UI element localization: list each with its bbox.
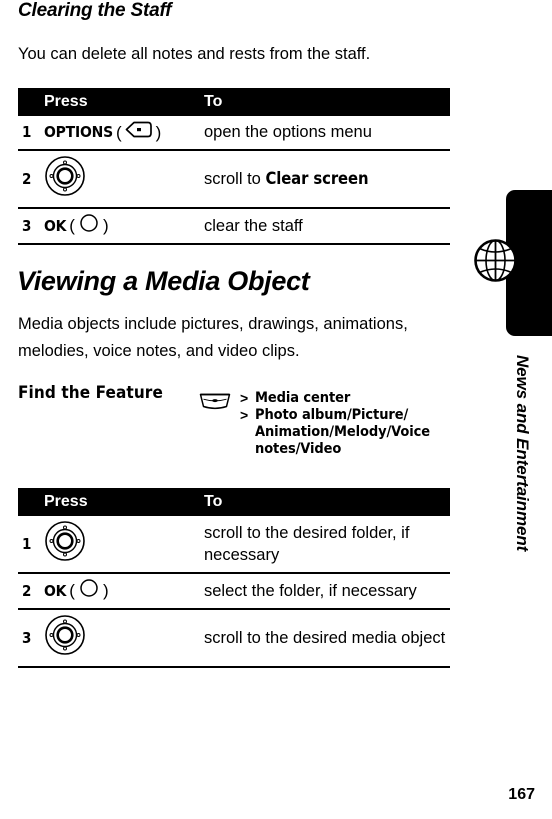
- paren-close: ): [102, 581, 109, 600]
- table-row: 2 OK ( ) select the folder, if necessary: [18, 573, 450, 610]
- paren-close: ): [155, 122, 162, 142]
- paren-close: ): [102, 216, 109, 235]
- globe-icon: [473, 238, 518, 283]
- step-key: OK ( ): [44, 208, 204, 245]
- step-number: 1: [18, 516, 44, 574]
- step-key: OK ( ): [44, 573, 204, 610]
- find-the-feature-path: > Media center > Photo album/Picture/ An…: [240, 390, 430, 458]
- step-description-text: clear the staff: [204, 216, 303, 235]
- step-key: [44, 609, 204, 668]
- menu-path-line: Animation/Melody/Voice: [240, 424, 430, 441]
- center-select-key-icon: [78, 213, 100, 238]
- chevron-right-glyph: >: [240, 390, 249, 406]
- step-description: scroll to the desired media object: [204, 609, 450, 668]
- section-heading-clearing-the-staff: Clearing the Staff: [18, 0, 172, 21]
- chevron-right-glyph: >: [240, 407, 249, 423]
- column-header-number: [18, 88, 44, 116]
- table-row: 2 scroll to Clear screen: [18, 150, 450, 209]
- steps-table-viewing-a-media-object: Press To 1 scroll to the desired folder,…: [18, 488, 450, 668]
- table-header-row: Press To: [18, 488, 450, 516]
- step-key: [44, 516, 204, 574]
- menu-path-line: > Photo album/Picture/: [240, 407, 430, 424]
- menu-path-text: Photo album/Picture/: [255, 407, 409, 423]
- step-description: scroll to the desired folder, if necessa…: [204, 516, 450, 574]
- step-number: 2: [18, 150, 44, 209]
- navigation-wheel-icon: [44, 156, 86, 201]
- column-header-press: Press: [44, 88, 204, 116]
- paren-open: (: [69, 581, 75, 600]
- chapter-tab-title: News and Entertainment: [513, 355, 532, 552]
- menu-key-icon: [198, 391, 232, 415]
- left-soft-key-icon: [125, 121, 153, 143]
- menu-item-name: Clear screen: [265, 168, 369, 188]
- page-number: 167: [508, 786, 535, 803]
- step-description-text: scroll to the desired media object: [204, 628, 446, 647]
- column-header-number: [18, 488, 44, 516]
- step-description: clear the staff: [204, 208, 450, 245]
- steps-table-clearing-the-staff: Press To 1 OPTIONS () open the options …: [18, 88, 450, 245]
- column-header-to: To: [204, 488, 450, 516]
- step-description-text: scroll to the desired folder, if necessa…: [204, 523, 410, 564]
- section-heading-viewing-a-media-object: Viewing a Media Object: [17, 266, 310, 296]
- table-row: 3 scroll to the desired media object: [18, 609, 450, 668]
- chevron-right-glyph: [240, 424, 250, 441]
- step-description-text: open the options menu: [204, 123, 372, 141]
- navigation-wheel-icon: [44, 615, 86, 660]
- chevron-right-glyph: [240, 441, 250, 458]
- menu-path-text: Animation/Melody/Voice: [255, 424, 430, 440]
- manual-page: Clearing the Staff You can delete all no…: [0, 0, 552, 819]
- center-select-key-icon: [78, 578, 100, 603]
- step-description-text: select the folder, if necessary: [204, 581, 417, 600]
- soft-key-label: OPTIONS: [44, 123, 113, 141]
- section-intro-clearing-the-staff: You can delete all notes and rests from …: [18, 45, 371, 63]
- column-header-to: To: [204, 88, 450, 116]
- step-description: scroll to Clear screen: [204, 150, 450, 209]
- step-number: 2: [18, 573, 44, 610]
- menu-path-text: Media center: [255, 390, 351, 406]
- step-description: select the folder, if necessary: [204, 573, 450, 610]
- menu-path-line: notes/Video: [240, 441, 430, 458]
- table-row: 1 scroll to the desired folder, if neces…: [18, 516, 450, 574]
- step-description-text: scroll to: [204, 169, 266, 188]
- table-row: 3 OK ( ) clear the staff: [18, 208, 450, 245]
- table-header-row: Press To: [18, 88, 450, 116]
- table-row: 1 OPTIONS ( ) open the options menu: [18, 116, 450, 151]
- navigation-wheel-icon: [44, 521, 86, 566]
- section-intro-line-1: Media objects include pictures, drawings…: [18, 315, 408, 333]
- step-number: 1: [18, 116, 44, 151]
- menu-path-line: > Media center: [240, 390, 430, 407]
- soft-key-label: OK: [44, 216, 67, 235]
- step-number: 3: [18, 609, 44, 668]
- menu-path-text: notes/Video: [255, 441, 342, 457]
- step-number: 3: [18, 208, 44, 245]
- find-the-feature-label: Find the Feature: [18, 383, 163, 403]
- paren-open: (: [115, 122, 122, 142]
- step-key: [44, 150, 204, 209]
- paren-open: (: [69, 216, 75, 235]
- section-intro-line-2: melodies, voice notes, and video clips.: [18, 342, 300, 360]
- step-key: OPTIONS ( ): [44, 116, 204, 151]
- step-description: open the options menu: [204, 116, 450, 151]
- soft-key-label: OK: [44, 581, 67, 600]
- column-header-press: Press: [44, 488, 204, 516]
